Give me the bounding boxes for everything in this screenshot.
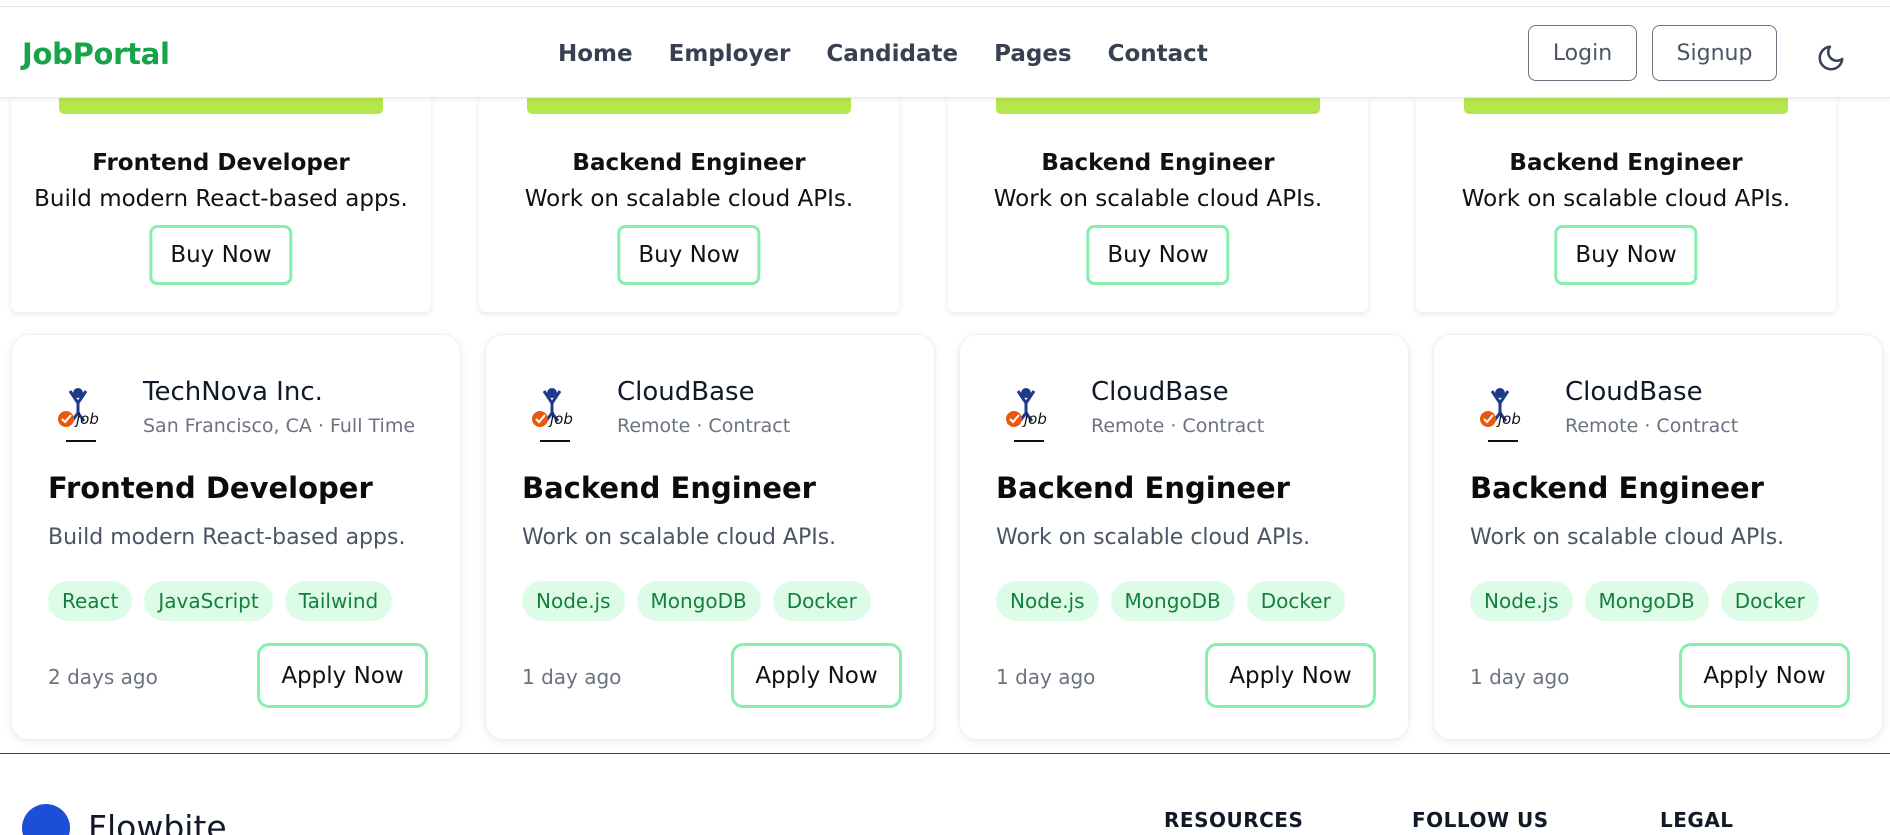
brand-logo[interactable]: JobPortal <box>22 37 170 71</box>
product-title: Backend Engineer <box>572 150 806 176</box>
product-title: Frontend Developer <box>92 150 350 176</box>
product-description: Work on scalable cloud APIs. <box>993 186 1323 212</box>
footer-heading-resources: RESOURCES <box>1164 808 1304 832</box>
job-meta: Remote · Contract <box>1091 415 1265 437</box>
job-card: job CloudBase Remote · Contract Backend … <box>959 334 1409 740</box>
job-description: Work on scalable cloud APIs. <box>1470 525 1785 550</box>
product-card: Backend Engineer Work on scalable cloud … <box>948 98 1368 312</box>
svg-text:job: job <box>548 410 573 428</box>
company-name: CloudBase <box>1565 377 1703 407</box>
product-card: Frontend Developer Build modern React-ba… <box>11 98 431 312</box>
job-title[interactable]: Backend Engineer <box>522 471 816 505</box>
apply-now-button[interactable]: Apply Now <box>257 643 428 708</box>
job-card: job CloudBase Remote · Contract Backend … <box>485 334 935 740</box>
skill-tag: React <box>48 581 133 621</box>
skill-tag: MongoDB <box>1110 581 1235 621</box>
nav-link-candidate[interactable]: Candidate <box>826 41 958 67</box>
svg-text:job: job <box>74 410 99 428</box>
job-card: job CloudBase Remote · Contract Backend … <box>1433 334 1883 740</box>
company-name: CloudBase <box>1091 377 1229 407</box>
nav-link-contact[interactable]: Contact <box>1108 41 1208 67</box>
job-description: Work on scalable cloud APIs. <box>522 525 837 550</box>
company-name: TechNova Inc. <box>143 377 323 407</box>
job-description: Build modern React-based apps. <box>48 525 406 550</box>
skill-tag: MongoDB <box>636 581 761 621</box>
job-tags: Node.js MongoDB Docker <box>522 581 871 621</box>
product-image-strip <box>59 98 383 114</box>
nav-link-home[interactable]: Home <box>558 41 633 67</box>
apply-now-button[interactable]: Apply Now <box>1679 643 1850 708</box>
footer-divider <box>0 753 1890 754</box>
job-meta: Remote · Contract <box>1565 415 1739 437</box>
apply-now-button[interactable]: Apply Now <box>1205 643 1376 708</box>
job-title[interactable]: Frontend Developer <box>48 471 373 505</box>
signup-button[interactable]: Signup <box>1652 25 1777 81</box>
job-logo-icon: job <box>1480 388 1521 442</box>
login-button[interactable]: Login <box>1528 25 1637 81</box>
job-title[interactable]: Backend Engineer <box>1470 471 1764 505</box>
buy-now-button[interactable]: Buy Now <box>1554 225 1698 285</box>
apply-now-button[interactable]: Apply Now <box>731 643 902 708</box>
job-meta: San Francisco, CA · Full Time <box>143 415 416 437</box>
posted-time: 1 day ago <box>522 665 622 689</box>
job-logo-icon: job <box>532 388 573 442</box>
nav-links: Home Employer Candidate Pages Contact <box>558 41 1208 67</box>
product-image-strip <box>527 98 851 114</box>
job-tags: Node.js MongoDB Docker <box>1470 581 1819 621</box>
skill-tag: Docker <box>772 581 871 621</box>
product-card: Backend Engineer Work on scalable cloud … <box>479 98 899 312</box>
product-description: Build modern React-based apps. <box>34 186 408 212</box>
job-tags: React JavaScript Tailwind <box>48 581 393 621</box>
nav-link-employer[interactable]: Employer <box>669 41 791 67</box>
moon-icon[interactable] <box>1816 43 1846 73</box>
job-title[interactable]: Backend Engineer <box>996 471 1290 505</box>
product-title: Backend Engineer <box>1509 150 1743 176</box>
product-card: Backend Engineer Work on scalable cloud … <box>1416 98 1836 312</box>
buy-now-button[interactable]: Buy Now <box>1086 225 1230 285</box>
svg-text:job: job <box>1496 410 1521 428</box>
product-image-strip <box>1464 98 1788 114</box>
buy-now-button[interactable]: Buy Now <box>149 225 293 285</box>
posted-time: 2 days ago <box>48 665 158 689</box>
buy-now-button[interactable]: Buy Now <box>617 225 761 285</box>
footer-heading-legal: LEGAL <box>1660 808 1734 832</box>
posted-time: 1 day ago <box>1470 665 1570 689</box>
product-description: Work on scalable cloud APIs. <box>524 186 854 212</box>
nav-link-pages[interactable]: Pages <box>994 41 1072 67</box>
product-description: Work on scalable cloud APIs. <box>1461 186 1791 212</box>
product-title: Backend Engineer <box>1041 150 1275 176</box>
footer-heading-follow-us: FOLLOW US <box>1412 808 1549 832</box>
skill-tag: Tailwind <box>284 581 393 621</box>
skill-tag: Node.js <box>996 581 1099 621</box>
navbar: JobPortal Home Employer Candidate Pages … <box>0 7 1890 98</box>
skill-tag: Docker <box>1246 581 1345 621</box>
skill-tag: Docker <box>1720 581 1819 621</box>
footer-brand[interactable]: Flowbite <box>88 808 227 835</box>
job-tags: Node.js MongoDB Docker <box>996 581 1345 621</box>
flowbite-logo-icon[interactable] <box>22 804 70 835</box>
product-image-strip <box>996 98 1320 114</box>
posted-time: 1 day ago <box>996 665 1096 689</box>
skill-tag: MongoDB <box>1584 581 1709 621</box>
job-logo-icon: job <box>58 388 99 442</box>
skill-tag: JavaScript <box>144 581 273 621</box>
job-meta: Remote · Contract <box>617 415 791 437</box>
company-name: CloudBase <box>617 377 755 407</box>
skill-tag: Node.js <box>522 581 625 621</box>
svg-text:job: job <box>1022 410 1047 428</box>
job-card: job TechNova Inc. San Francisco, CA · Fu… <box>11 334 461 740</box>
skill-tag: Node.js <box>1470 581 1573 621</box>
job-description: Work on scalable cloud APIs. <box>996 525 1311 550</box>
job-logo-icon: job <box>1006 388 1047 442</box>
